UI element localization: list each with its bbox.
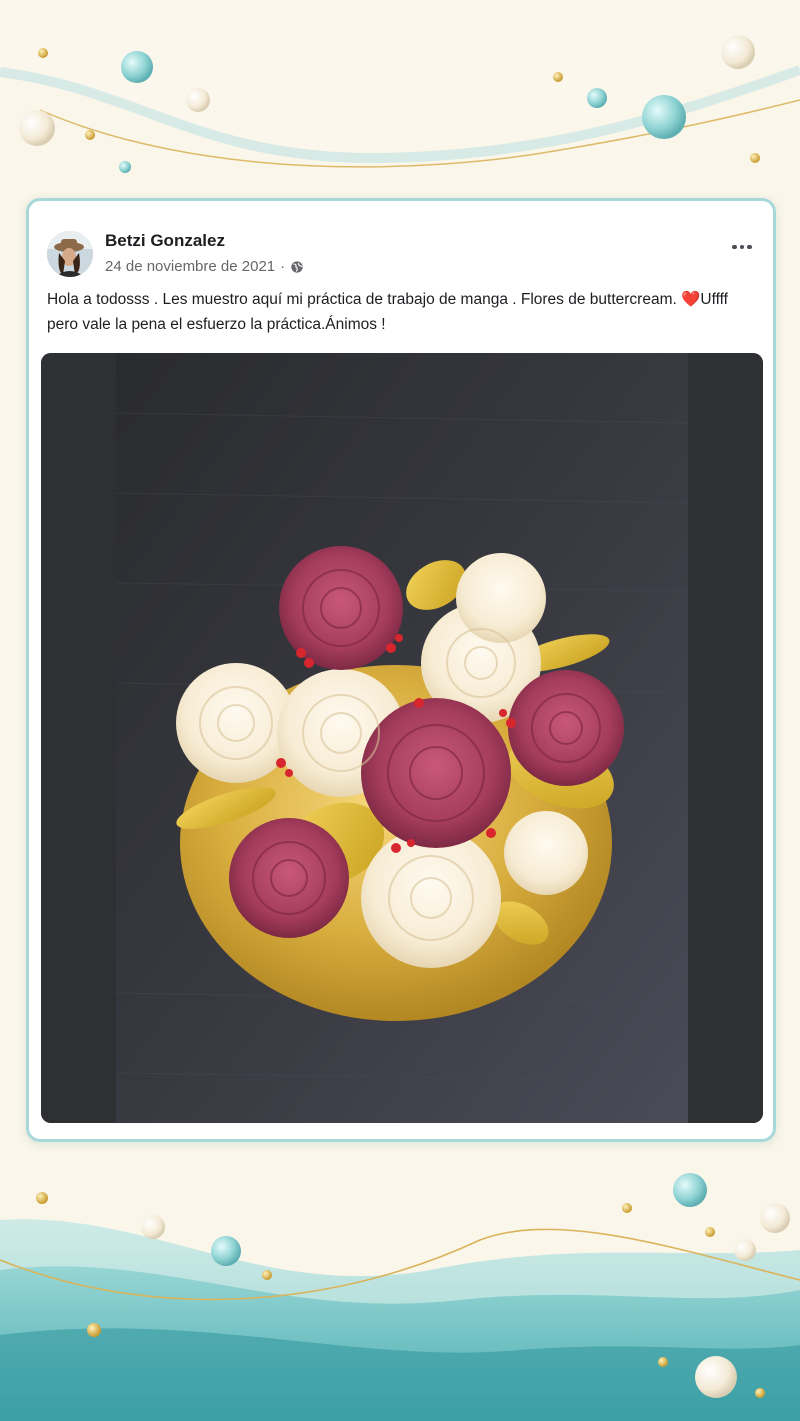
post-meta: 24 de noviembre de 2021 · [105,258,304,275]
post-card: Betzi Gonzalez 24 de noviembre de 2021 ·… [26,198,776,1142]
heart-emoji: ❤️ [681,291,701,308]
decorative-bottom-background [0,1173,800,1421]
decorative-top-background [0,0,800,173]
globe-icon[interactable] [290,260,304,274]
post-text: Hola a todosss . Les muestro aquí mi prá… [47,287,759,337]
post-photo[interactable] [41,353,763,1123]
author-avatar[interactable] [47,231,93,277]
post-date[interactable]: 24 de noviembre de 2021 [105,258,275,275]
cupcake-photo-illustration [41,353,763,1123]
meta-separator: · [280,258,286,275]
more-options-icon[interactable] [729,237,755,257]
post-text-main: Hola a todosss . Les muestro aquí mi prá… [47,291,682,308]
author-name[interactable]: Betzi Gonzalez [105,231,225,251]
